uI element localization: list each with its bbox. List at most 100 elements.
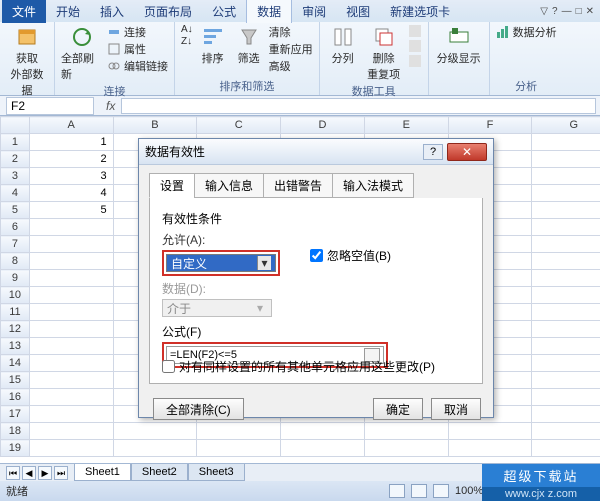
cell[interactable] bbox=[532, 270, 600, 287]
dialog-help-icon[interactable]: ? bbox=[423, 144, 443, 160]
cell[interactable] bbox=[29, 338, 113, 355]
allow-combo[interactable]: 自定义▾ bbox=[166, 254, 276, 272]
refresh-all-button[interactable]: 全部刷新 bbox=[61, 24, 103, 82]
tab-formulas[interactable]: 公式 bbox=[202, 0, 246, 23]
sort-button[interactable]: 排序 bbox=[197, 24, 229, 66]
col-header[interactable]: B bbox=[113, 117, 197, 134]
cell[interactable] bbox=[29, 423, 113, 440]
cell[interactable] bbox=[29, 406, 113, 423]
cell[interactable] bbox=[532, 440, 600, 457]
name-box[interactable]: F2 bbox=[6, 97, 94, 115]
cell[interactable]: 1 bbox=[29, 134, 113, 151]
row-header[interactable]: 4 bbox=[1, 185, 30, 202]
tab-view[interactable]: 视图 bbox=[336, 0, 380, 23]
filter-button[interactable]: 筛选 bbox=[233, 24, 265, 66]
row-header[interactable]: 1 bbox=[1, 134, 30, 151]
cell[interactable] bbox=[29, 287, 113, 304]
cell[interactable]: 3 bbox=[29, 168, 113, 185]
window-min-icon[interactable]: — bbox=[562, 6, 572, 17]
datatools-item3[interactable] bbox=[408, 54, 422, 68]
sort-za-button[interactable]: Z↓ bbox=[181, 36, 193, 47]
row-header[interactable]: 2 bbox=[1, 151, 30, 168]
col-header[interactable]: G bbox=[532, 117, 600, 134]
sheet-tab[interactable]: Sheet2 bbox=[131, 464, 188, 481]
cell[interactable] bbox=[532, 304, 600, 321]
cell[interactable] bbox=[532, 219, 600, 236]
ribbon-min-icon[interactable]: ▽ bbox=[540, 6, 548, 17]
sort-az-button[interactable]: A↓ bbox=[181, 24, 193, 35]
view-normal-icon[interactable] bbox=[389, 484, 405, 498]
sheet-nav-last[interactable]: ⏭ bbox=[54, 466, 68, 480]
col-header[interactable]: C bbox=[197, 117, 281, 134]
datatools-item1[interactable] bbox=[408, 24, 422, 38]
group-outline-button[interactable]: 分级显示 bbox=[435, 24, 483, 66]
cell[interactable] bbox=[364, 440, 448, 457]
cancel-button[interactable]: 取消 bbox=[431, 398, 481, 420]
sheet-tab[interactable]: Sheet1 bbox=[74, 464, 131, 481]
sheet-nav-prev[interactable]: ◀ bbox=[22, 466, 36, 480]
data-analysis-button[interactable]: 数据分析 bbox=[496, 24, 557, 40]
cell[interactable] bbox=[29, 321, 113, 338]
col-header[interactable]: F bbox=[448, 117, 532, 134]
row-header[interactable]: 19 bbox=[1, 440, 30, 457]
cell[interactable] bbox=[448, 440, 532, 457]
cell[interactable] bbox=[29, 236, 113, 253]
clear-all-button[interactable]: 全部清除(C) bbox=[153, 398, 244, 420]
cell[interactable] bbox=[532, 355, 600, 372]
sheet-tab[interactable]: Sheet3 bbox=[188, 464, 245, 481]
cell[interactable]: 2 bbox=[29, 151, 113, 168]
cell[interactable] bbox=[29, 440, 113, 457]
window-restore-icon[interactable]: □ bbox=[576, 6, 582, 17]
cell[interactable] bbox=[532, 185, 600, 202]
row-header[interactable]: 18 bbox=[1, 423, 30, 440]
cell[interactable] bbox=[532, 321, 600, 338]
ignore-blank-checkbox[interactable]: 忽略空值(B) bbox=[310, 247, 391, 264]
row-header[interactable]: 5 bbox=[1, 202, 30, 219]
clear-filter-button[interactable]: 清除 bbox=[269, 24, 313, 40]
select-all-corner[interactable] bbox=[1, 117, 30, 134]
row-header[interactable]: 10 bbox=[1, 287, 30, 304]
datatools-item2[interactable] bbox=[408, 39, 422, 53]
cell[interactable] bbox=[532, 338, 600, 355]
view-pagebreak-icon[interactable] bbox=[433, 484, 449, 498]
dialog-close-icon[interactable]: ✕ bbox=[447, 143, 487, 161]
cell[interactable] bbox=[197, 440, 281, 457]
text-to-columns-button[interactable]: 分列 bbox=[326, 24, 360, 66]
fx-icon[interactable]: fx bbox=[106, 99, 115, 113]
view-pagelayout-icon[interactable] bbox=[411, 484, 427, 498]
cell[interactable] bbox=[532, 253, 600, 270]
row-header[interactable]: 9 bbox=[1, 270, 30, 287]
dlg-tab-settings[interactable]: 设置 bbox=[149, 173, 195, 198]
cell[interactable] bbox=[532, 423, 600, 440]
cell[interactable] bbox=[532, 406, 600, 423]
col-header[interactable]: A bbox=[29, 117, 113, 134]
dlg-tab-error[interactable]: 出错警告 bbox=[263, 173, 333, 198]
col-header[interactable]: E bbox=[364, 117, 448, 134]
cell[interactable] bbox=[113, 440, 197, 457]
reapply-button[interactable]: 重新应用 bbox=[269, 41, 313, 57]
row-header[interactable]: 14 bbox=[1, 355, 30, 372]
tab-review[interactable]: 审阅 bbox=[292, 0, 336, 23]
dlg-tab-input[interactable]: 输入信息 bbox=[194, 173, 264, 198]
row-header[interactable]: 15 bbox=[1, 372, 30, 389]
sheet-nav-next[interactable]: ▶ bbox=[38, 466, 52, 480]
cell[interactable] bbox=[29, 355, 113, 372]
cell[interactable] bbox=[532, 372, 600, 389]
cell[interactable] bbox=[29, 270, 113, 287]
cell[interactable] bbox=[29, 389, 113, 406]
chevron-down-icon[interactable]: ▾ bbox=[257, 256, 271, 270]
dialog-titlebar[interactable]: 数据有效性 ? ✕ bbox=[139, 139, 493, 165]
cell[interactable] bbox=[532, 389, 600, 406]
advanced-filter-button[interactable]: 高级 bbox=[269, 58, 313, 74]
row-header[interactable]: 17 bbox=[1, 406, 30, 423]
tab-pagelayout[interactable]: 页面布局 bbox=[134, 0, 202, 23]
help-icon[interactable]: ? bbox=[552, 6, 558, 17]
row-header[interactable]: 12 bbox=[1, 321, 30, 338]
cell[interactable] bbox=[281, 440, 365, 457]
remove-duplicates-button[interactable]: 删除 重复项 bbox=[364, 24, 404, 82]
dlg-tab-ime[interactable]: 输入法模式 bbox=[332, 173, 414, 198]
checkbox-icon[interactable] bbox=[162, 360, 175, 373]
row-header[interactable]: 11 bbox=[1, 304, 30, 321]
cell[interactable] bbox=[29, 304, 113, 321]
sheet-nav-first[interactable]: ⏮ bbox=[6, 466, 20, 480]
